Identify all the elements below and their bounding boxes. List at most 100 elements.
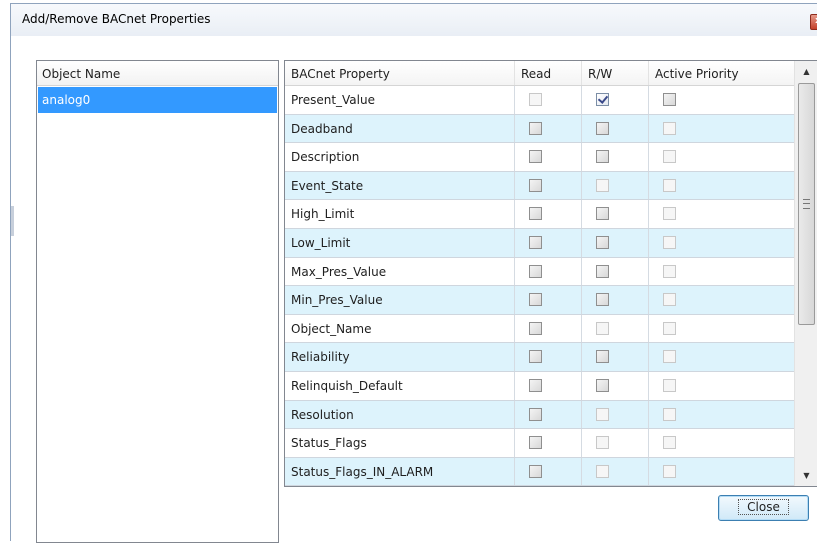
table-row[interactable]: High_Limit	[285, 200, 794, 229]
read-checkbox-cell	[515, 400, 582, 429]
table-row[interactable]: Max_Pres_Value	[285, 257, 794, 287]
rw-checkbox-cell	[582, 200, 649, 228]
table-row[interactable]: Status_Flags_IN_ALARM	[285, 457, 794, 486]
table-row[interactable]: Min_Pres_Value	[285, 286, 794, 315]
object-list: Object Name analog0	[36, 60, 279, 543]
rw-checkbox[interactable]	[596, 93, 609, 106]
rw-checkbox[interactable]	[596, 264, 609, 278]
rw-checkbox	[596, 321, 609, 335]
table-row[interactable]: Low_Limit	[285, 228, 794, 258]
read-checkbox[interactable]	[529, 407, 542, 421]
rw-checkbox[interactable]	[596, 150, 609, 164]
table-row[interactable]: Description	[285, 143, 794, 172]
rw-checkbox[interactable]	[596, 293, 609, 307]
property-name-cell: High_Limit	[285, 200, 515, 228]
property-name-cell: Present_Value	[285, 86, 515, 114]
column-header-active-priority[interactable]: Active Priority	[649, 61, 794, 85]
active-priority-checkbox-cell	[649, 315, 794, 343]
property-name: Low_Limit	[291, 235, 351, 250]
rw-checkbox[interactable]	[596, 350, 609, 364]
table-row[interactable]: Object_Name	[285, 314, 794, 344]
active-priority-checkbox-cell	[649, 401, 794, 429]
vertical-scrollbar[interactable]: ▲ ▼	[794, 61, 817, 486]
table-row[interactable]: Event_State	[285, 171, 794, 201]
property-name-cell: Status_Flags	[285, 429, 515, 457]
read-checkbox-cell	[515, 371, 582, 400]
active-priority-checkbox[interactable]	[663, 93, 676, 106]
property-name-cell: Deadband	[285, 114, 515, 143]
rw-checkbox[interactable]	[596, 121, 609, 135]
read-checkbox-cell	[515, 286, 582, 314]
property-grid: BACnet Property Read R/W Active Priority…	[284, 60, 817, 487]
property-name-cell: Low_Limit	[285, 228, 515, 257]
resize-edge	[11, 206, 14, 236]
property-name: Relinquish_Default	[291, 378, 403, 393]
read-checkbox[interactable]	[529, 464, 542, 478]
read-checkbox-cell	[515, 171, 582, 200]
table-row[interactable]: Deadband	[285, 114, 794, 144]
object-list-item-label: analog0	[42, 93, 91, 107]
table-row[interactable]: Status_Flags	[285, 429, 794, 458]
property-name: Max_Pres_Value	[291, 264, 387, 279]
column-header-read[interactable]: Read	[515, 61, 582, 85]
column-header-property[interactable]: BACnet Property	[285, 61, 515, 85]
read-checkbox[interactable]	[529, 350, 542, 364]
read-checkbox[interactable]	[529, 436, 542, 450]
rw-checkbox[interactable]	[596, 378, 609, 392]
scroll-up-icon[interactable]: ▲	[798, 63, 815, 80]
object-list-header[interactable]: Object Name	[37, 61, 278, 86]
object-list-item[interactable]: analog0	[38, 87, 277, 113]
active-priority-checkbox-cell	[649, 200, 794, 228]
read-checkbox[interactable]	[529, 121, 542, 135]
table-row[interactable]: Reliability	[285, 343, 794, 372]
title-bar[interactable]: Add/Remove BACnet Properties x	[11, 4, 817, 36]
property-name-cell: Relinquish_Default	[285, 371, 515, 400]
rw-checkbox-cell	[582, 257, 649, 286]
read-checkbox[interactable]	[529, 235, 542, 249]
property-name: Status_Flags	[291, 436, 367, 451]
active-priority-checkbox-cell	[649, 86, 794, 114]
property-name: Present_Value	[291, 93, 375, 107]
rw-checkbox[interactable]	[596, 207, 609, 221]
active-priority-checkbox	[663, 321, 676, 335]
rw-checkbox-cell	[582, 86, 649, 114]
dialog-window: Add/Remove BACnet Properties x Object Na…	[10, 3, 817, 543]
read-checkbox[interactable]	[529, 150, 542, 164]
read-checkbox-cell	[515, 429, 582, 457]
active-priority-checkbox	[663, 378, 676, 392]
scroll-down-icon[interactable]: ▼	[798, 467, 815, 484]
property-name-cell: Resolution	[285, 400, 515, 429]
active-priority-checkbox	[663, 207, 676, 221]
close-button[interactable]: Close	[718, 495, 809, 521]
property-name-cell: Min_Pres_Value	[285, 286, 515, 314]
active-priority-checkbox-cell	[649, 143, 794, 171]
read-checkbox[interactable]	[529, 378, 542, 392]
read-checkbox-cell	[515, 114, 582, 143]
scrollbar-thumb[interactable]	[798, 83, 815, 325]
rw-checkbox-cell	[582, 457, 649, 486]
read-checkbox[interactable]	[529, 207, 542, 221]
read-checkbox[interactable]	[529, 293, 542, 307]
active-priority-checkbox	[663, 121, 676, 135]
rw-checkbox-cell	[582, 114, 649, 143]
table-row[interactable]: Present_Value	[285, 86, 794, 115]
rw-checkbox-cell	[582, 400, 649, 429]
active-priority-checkbox	[663, 293, 676, 307]
read-checkbox[interactable]	[529, 321, 542, 335]
active-priority-checkbox-cell	[649, 115, 794, 143]
window-close-icon[interactable]: x	[810, 14, 817, 30]
table-row[interactable]: Resolution	[285, 400, 794, 430]
property-name-cell: Max_Pres_Value	[285, 257, 515, 286]
read-checkbox[interactable]	[529, 264, 542, 278]
table-row[interactable]: Relinquish_Default	[285, 371, 794, 401]
property-name: Event_State	[291, 178, 364, 193]
read-checkbox-cell	[515, 200, 582, 228]
property-name-cell: Object_Name	[285, 314, 515, 343]
grid-rows: Present_Value Deadband Description Event_St…	[285, 86, 794, 486]
active-priority-checkbox	[663, 235, 676, 249]
column-header-rw[interactable]: R/W	[582, 61, 649, 85]
rw-checkbox-cell	[582, 314, 649, 343]
rw-checkbox[interactable]	[596, 235, 609, 249]
active-priority-checkbox	[663, 350, 676, 364]
read-checkbox[interactable]	[529, 178, 542, 192]
